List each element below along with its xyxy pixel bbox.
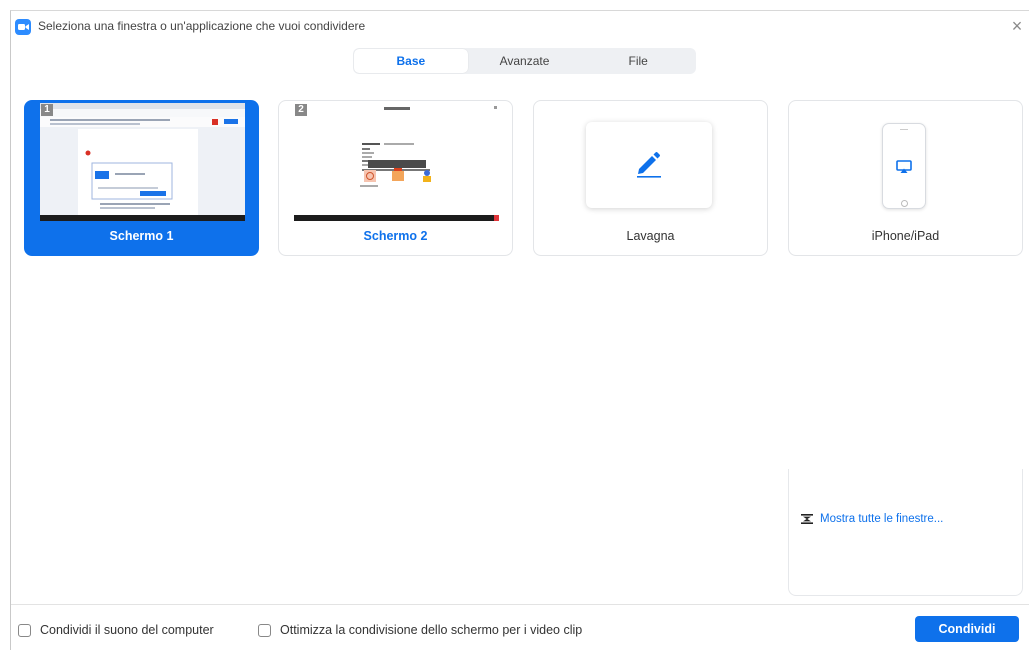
dialog-footer: Condividi il suono del computer Ottimizz… xyxy=(11,604,1029,652)
whiteboard-tile xyxy=(586,122,712,208)
screen-2-badge: 2 xyxy=(295,104,307,116)
iphone-ipad-card[interactable]: iPhone/iPad xyxy=(788,100,1023,256)
zoom-app-icon xyxy=(15,19,31,35)
whiteboard-card[interactable]: Lavagna xyxy=(533,100,768,256)
expand-icon xyxy=(801,514,813,524)
share-sound-checkbox[interactable] xyxy=(18,623,31,637)
phone-speaker xyxy=(900,129,908,130)
share-sound-label: Condividi il suono del computer xyxy=(40,623,214,637)
share-screen-dialog: Seleziona una finestra o un'applicazione… xyxy=(10,10,1029,650)
title-bar: Seleziona una finestra o un'applicazione… xyxy=(11,11,1029,41)
airplay-icon xyxy=(896,160,912,173)
show-all-windows-label: Mostra tutte le finestre... xyxy=(820,513,944,525)
screen-2-label: Schermo 2 xyxy=(363,229,428,243)
close-icon[interactable]: × xyxy=(1007,16,1027,36)
phone-illustration xyxy=(882,123,926,209)
show-all-windows-link[interactable]: Mostra tutte le finestre... xyxy=(801,513,943,525)
optimize-video-checkbox[interactable] xyxy=(258,623,271,637)
optimize-video-label: Ottimizza la condivisione dello schermo … xyxy=(280,623,583,637)
tab-file[interactable]: File xyxy=(581,49,695,73)
share-button[interactable]: Condividi xyxy=(915,616,1019,642)
iphone-ipad-label: iPhone/iPad xyxy=(871,229,940,243)
windows-panel xyxy=(788,469,1023,596)
tab-base[interactable]: Base xyxy=(354,49,468,73)
share-sound-option[interactable]: Condividi il suono del computer xyxy=(18,623,214,637)
screen-1-badge: 1 xyxy=(41,104,53,116)
pencil-icon xyxy=(637,152,661,178)
screen-1-thumbnail: 1 xyxy=(40,103,245,221)
screen-1-taskbar xyxy=(40,215,245,221)
whiteboard-label: Lavagna xyxy=(626,229,675,243)
screen-1-card[interactable]: 1 Schermo 1 xyxy=(24,100,259,256)
optimize-video-option[interactable]: Ottimizza la condivisione dello schermo … xyxy=(258,623,582,637)
phone-home-button xyxy=(901,200,908,207)
screen-2-card[interactable]: 2 Schermo 2 xyxy=(278,100,513,256)
share-mode-tabs: Base Avanzate File xyxy=(353,48,696,74)
window-title: Seleziona una finestra o un'applicazione… xyxy=(38,19,366,33)
tab-avanzate[interactable]: Avanzate xyxy=(468,49,582,73)
screen-2-thumbnail: 2 xyxy=(294,103,499,221)
screen-1-label: Schermo 1 xyxy=(109,229,174,243)
